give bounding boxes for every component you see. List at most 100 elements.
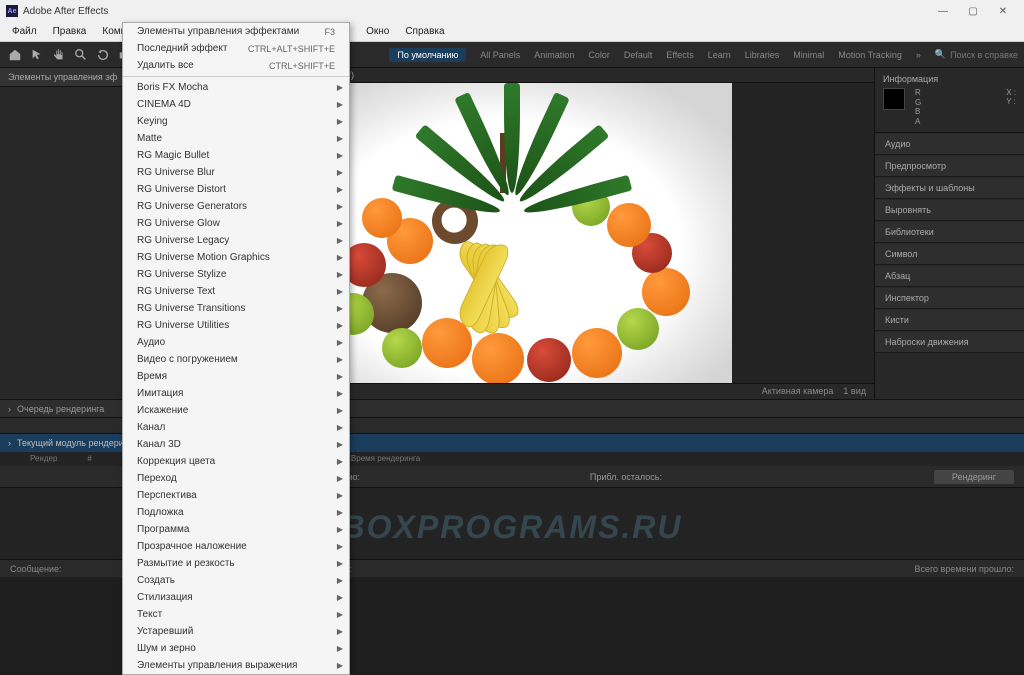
workspace-switcher: По умолчанию All Panels Animation Color Defa…: [389, 48, 1018, 62]
menu-item[interactable]: Текст▶: [123, 606, 349, 623]
effects-menu-dropdown[interactable]: Элементы управления эффектамиF3Последний…: [122, 22, 350, 675]
render-button[interactable]: Рендеринг: [934, 470, 1014, 484]
menu-справка[interactable]: Справка: [397, 23, 452, 40]
status-message-label: Сообщение:: [10, 564, 61, 574]
submenu-arrow-icon: ▶: [337, 389, 343, 398]
workspace-tab[interactable]: Default: [624, 50, 653, 60]
menu-item[interactable]: Элементы управления выражения▶: [123, 657, 349, 674]
workspace-tab[interactable]: Effects: [666, 50, 693, 60]
menu-item[interactable]: RG Magic Bullet▶: [123, 147, 349, 164]
render-queue-tab[interactable]: Очередь рендеринга: [17, 404, 104, 414]
selection-tool-icon[interactable]: [28, 46, 46, 64]
menu-item[interactable]: RG Universe Stylize▶: [123, 266, 349, 283]
menu-item[interactable]: RG Universe Distort▶: [123, 181, 349, 198]
workspace-tab[interactable]: Motion Tracking: [838, 50, 902, 60]
panel-header[interactable]: Выровнять: [875, 200, 1024, 221]
workspace-tab[interactable]: Color: [588, 50, 610, 60]
menu-item[interactable]: Шум и зерно▶: [123, 640, 349, 657]
submenu-arrow-icon: ▶: [337, 355, 343, 364]
panel-header[interactable]: Библиотеки: [875, 222, 1024, 243]
menu-item[interactable]: Подложка▶: [123, 504, 349, 521]
menu-item[interactable]: Boris FX Mocha▶: [123, 79, 349, 96]
info-panel-title: Информация: [883, 74, 1016, 84]
panel-header[interactable]: Инспектор: [875, 288, 1024, 309]
search-icon: 🔍: [935, 49, 946, 60]
menu-item[interactable]: RG Universe Transitions▶: [123, 300, 349, 317]
submenu-arrow-icon: ▶: [337, 321, 343, 330]
menu-окно[interactable]: Окно: [358, 23, 397, 40]
workspace-overflow-icon[interactable]: »: [916, 50, 921, 60]
menu-item[interactable]: Программа▶: [123, 521, 349, 538]
menu-item[interactable]: CINEMA 4D▶: [123, 96, 349, 113]
workspace-tab[interactable]: Minimal: [793, 50, 824, 60]
menu-item[interactable]: Стилизация▶: [123, 589, 349, 606]
hand-tool-icon[interactable]: [50, 46, 68, 64]
menu-item[interactable]: Последний эффектCTRL+ALT+SHIFT+E: [123, 40, 349, 57]
menu-item[interactable]: Элементы управления эффектамиF3: [123, 23, 349, 40]
home-icon[interactable]: [6, 46, 24, 64]
menu-item[interactable]: RG Universe Motion Graphics▶: [123, 249, 349, 266]
menu-item[interactable]: Удалить всеCTRL+SHIFT+E: [123, 57, 349, 74]
rgba-readout: R G B A: [915, 88, 921, 126]
panel-header[interactable]: Наброски движения: [875, 332, 1024, 353]
workspace-tab[interactable]: Animation: [534, 50, 574, 60]
zoom-tool-icon[interactable]: [72, 46, 90, 64]
close-button[interactable]: ✕: [988, 2, 1018, 20]
panel-header[interactable]: Эффекты и шаблоны: [875, 178, 1024, 199]
workspace-tab[interactable]: Libraries: [745, 50, 780, 60]
menu-item[interactable]: Создать▶: [123, 572, 349, 589]
menu-item[interactable]: Размытие и резкость▶: [123, 555, 349, 572]
menu-item[interactable]: Устаревший▶: [123, 623, 349, 640]
menu-файл[interactable]: Файл: [4, 23, 45, 40]
menu-item[interactable]: Keying▶: [123, 113, 349, 130]
submenu-arrow-icon: ▶: [337, 644, 343, 653]
workspace-tab[interactable]: По умолчанию: [389, 48, 466, 62]
menu-item[interactable]: Переход▶: [123, 470, 349, 487]
current-render-label: Текущий модуль рендеринга:: [17, 438, 139, 448]
help-search[interactable]: 🔍Поиск в справке: [935, 49, 1018, 60]
panel-header[interactable]: Кисти: [875, 310, 1024, 331]
workspace-tab[interactable]: All Panels: [480, 50, 520, 60]
menu-item[interactable]: Время▶: [123, 368, 349, 385]
panel-header[interactable]: Абзац: [875, 266, 1024, 287]
menu-item[interactable]: Искажение▶: [123, 402, 349, 419]
app-icon: Ae: [6, 5, 18, 17]
titlebar: Ae Adobe After Effects — ▢ ✕: [0, 0, 1024, 22]
camera-view-dropdown[interactable]: Активная камера: [762, 386, 834, 396]
effect-controls-tab[interactable]: Элементы управления эф: [0, 68, 129, 87]
submenu-arrow-icon: ▶: [337, 253, 343, 262]
menu-item[interactable]: RG Universe Text▶: [123, 283, 349, 300]
menu-item[interactable]: RG Universe Generators▶: [123, 198, 349, 215]
rotate-tool-icon[interactable]: [94, 46, 112, 64]
panel-header[interactable]: Аудио: [875, 134, 1024, 155]
render-column-header: #: [87, 454, 91, 464]
menu-item[interactable]: RG Universe Glow▶: [123, 215, 349, 232]
window-title: Adobe After Effects: [23, 6, 928, 17]
submenu-arrow-icon: ▶: [337, 576, 343, 585]
panel-header[interactable]: Предпросмотр: [875, 156, 1024, 177]
submenu-arrow-icon: ▶: [337, 168, 343, 177]
menu-item[interactable]: Канал 3D▶: [123, 436, 349, 453]
submenu-arrow-icon: ▶: [337, 219, 343, 228]
menu-item[interactable]: RG Universe Legacy▶: [123, 232, 349, 249]
menu-item[interactable]: RG Universe Utilities▶: [123, 317, 349, 334]
minimize-button[interactable]: —: [928, 2, 958, 20]
menu-item[interactable]: Канал▶: [123, 419, 349, 436]
menu-item[interactable]: Аудио▶: [123, 334, 349, 351]
submenu-arrow-icon: ▶: [337, 287, 343, 296]
menu-item[interactable]: Matte▶: [123, 130, 349, 147]
maximize-button[interactable]: ▢: [958, 2, 988, 20]
menu-item[interactable]: Перспектива▶: [123, 487, 349, 504]
submenu-arrow-icon: ▶: [337, 270, 343, 279]
menu-item[interactable]: Прозрачное наложение▶: [123, 538, 349, 555]
menu-item[interactable]: Коррекция цвета▶: [123, 453, 349, 470]
menu-item[interactable]: Видео с погружением▶: [123, 351, 349, 368]
menu-правка[interactable]: Правка: [45, 23, 95, 40]
menu-item[interactable]: Имитация▶: [123, 385, 349, 402]
workspace-tab[interactable]: Learn: [708, 50, 731, 60]
panel-header[interactable]: Символ: [875, 244, 1024, 265]
submenu-arrow-icon: ▶: [337, 338, 343, 347]
menu-item[interactable]: RG Universe Blur▶: [123, 164, 349, 181]
views-dropdown[interactable]: 1 вид: [843, 386, 866, 396]
render-remaining-label: Прибл. осталось:: [590, 472, 662, 482]
